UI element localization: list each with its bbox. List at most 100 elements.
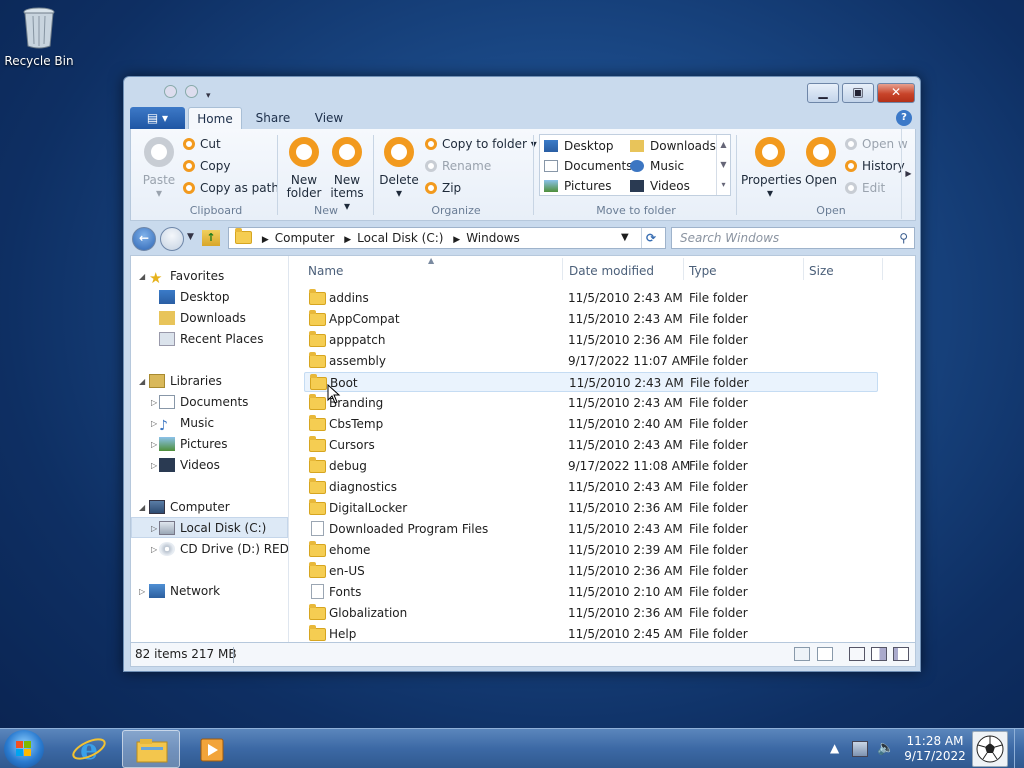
move-to-music[interactable]: Music	[630, 157, 684, 175]
file-row[interactable]: AppCompat 11/5/2010 2:43 AM File folder	[304, 309, 878, 329]
move-to-pictures[interactable]: Pictures	[544, 177, 612, 195]
tab-home[interactable]: Home	[188, 107, 242, 129]
file-row[interactable]: Help 11/5/2010 2:45 AM File folder	[304, 624, 878, 642]
breadcrumb-local-disk[interactable]: Local Disk (C:)	[357, 231, 443, 245]
expand-libraries-icon[interactable]: ◢	[139, 377, 145, 386]
open-with-button[interactable]: Open w	[845, 135, 908, 153]
column-header-date[interactable]: Date modified	[569, 262, 654, 280]
expand-favorites-icon[interactable]: ◢	[139, 272, 145, 281]
show-hidden-icons[interactable]: ▲	[830, 741, 839, 756]
taskbar-internet-explorer[interactable]: e	[60, 730, 118, 768]
new-folder-button[interactable]: New folder	[285, 137, 323, 200]
column-header-type[interactable]: Type	[689, 262, 717, 280]
move-to-downloads[interactable]: Downloads	[630, 137, 716, 155]
search-input[interactable]: Search Windows ⚲	[671, 227, 915, 249]
qat-dropdown-icon[interactable]: ▾	[206, 91, 211, 101]
file-row[interactable]: apppatch 11/5/2010 2:36 AM File folder	[304, 330, 878, 350]
column-divider[interactable]	[882, 258, 883, 280]
history-button[interactable]: History	[845, 157, 905, 175]
forward-button[interactable]	[160, 227, 184, 251]
expand-cd-drive-icon[interactable]: ▷	[151, 545, 157, 554]
file-row[interactable]: Branding 11/5/2010 2:43 AM File folder	[304, 393, 878, 413]
edit-button[interactable]: Edit	[845, 179, 885, 197]
preview-pane-icon[interactable]	[849, 647, 865, 661]
file-row[interactable]: debug 9/17/2022 11:08 AM File folder	[304, 456, 878, 476]
nav-local-disk[interactable]: Local Disk (C:)	[159, 518, 266, 538]
nav-network[interactable]: Network	[149, 581, 220, 601]
nav-desktop[interactable]: Desktop	[159, 287, 230, 307]
new-items-button[interactable]: New items ▾	[327, 137, 367, 213]
column-divider[interactable]	[683, 258, 684, 280]
nav-music[interactable]: ♪ Music	[159, 413, 214, 434]
breadcrumb-computer[interactable]: Computer	[275, 231, 335, 245]
network-tray-icon[interactable]	[852, 741, 868, 757]
details-view-icon[interactable]	[794, 647, 810, 661]
column-header-name[interactable]: Name	[308, 262, 343, 280]
file-row[interactable]: ehome 11/5/2010 2:39 AM File folder	[304, 540, 878, 560]
taskbar-media-player[interactable]	[184, 730, 242, 768]
nav-recent-places[interactable]: Recent Places	[159, 329, 263, 349]
file-row[interactable]: Cursors 11/5/2010 2:43 AM File folder	[304, 435, 878, 455]
user-avatar[interactable]	[972, 731, 1008, 767]
zip-button[interactable]: Zip	[425, 179, 461, 197]
move-to-desktop[interactable]: Desktop	[544, 137, 614, 155]
delete-button[interactable]: Delete ▾	[379, 137, 419, 200]
nav-downloads[interactable]: Downloads	[159, 308, 246, 328]
file-row[interactable]: assembly 9/17/2022 11:07 AM File folder	[304, 351, 878, 371]
navigation-pane-icon[interactable]	[893, 647, 909, 661]
tab-share[interactable]: Share	[248, 107, 298, 129]
minimize-button[interactable]: ▁	[807, 83, 839, 103]
file-row[interactable]: Globalization 11/5/2010 2:36 AM File folde…	[304, 603, 878, 623]
move-to-videos[interactable]: Videos	[630, 177, 690, 195]
column-divider[interactable]	[803, 258, 804, 280]
expand-computer-icon[interactable]: ◢	[139, 503, 145, 512]
file-row[interactable]: DigitalLocker 11/5/2010 2:36 AM File folde…	[304, 498, 878, 518]
file-row[interactable]: Downloaded Program Files 11/5/2010 2:43 A…	[304, 519, 878, 539]
file-row[interactable]: diagnostics 11/5/2010 2:43 AM File folder	[304, 477, 878, 497]
column-header-size[interactable]: Size	[809, 262, 834, 280]
expand-network-icon[interactable]: ▷	[139, 587, 145, 596]
gallery-scroll[interactable]: ▲ ▼ ▾	[716, 135, 730, 195]
file-menu-button[interactable]: ▤ ▾	[130, 107, 185, 129]
refresh-icon[interactable]: ⟳	[641, 228, 656, 248]
nav-favorites[interactable]: ★ Favorites	[149, 266, 224, 286]
clock[interactable]: 11:28 AM 9/17/2022	[902, 734, 968, 764]
qat-newfolder-icon[interactable]	[185, 85, 198, 98]
breadcrumb-windows[interactable]: Windows	[466, 231, 520, 245]
file-row[interactable]: Boot 11/5/2010 2:43 AM File folder	[304, 372, 878, 392]
expand-videos-icon[interactable]: ▷	[151, 461, 157, 470]
nav-videos[interactable]: Videos	[159, 455, 220, 475]
file-row[interactable]: en-US 11/5/2010 2:36 AM File folder	[304, 561, 878, 581]
title-bar[interactable]: ▾ ▁ ▣ ✕	[124, 77, 920, 107]
rename-button[interactable]: Rename	[425, 157, 491, 175]
column-divider[interactable]	[562, 258, 563, 280]
nav-computer[interactable]: Computer	[149, 497, 230, 517]
help-icon[interactable]: ?	[896, 110, 912, 126]
expand-pictures-icon[interactable]: ▷	[151, 440, 157, 449]
expand-documents-icon[interactable]: ▷	[151, 398, 157, 407]
ribbon-scroll-right[interactable]: ▶	[901, 129, 915, 219]
copy-to-folder-button[interactable]: Copy to folder ▾	[425, 135, 537, 153]
nav-libraries[interactable]: Libraries	[149, 371, 222, 391]
move-to-documents[interactable]: Documents	[544, 157, 632, 175]
expand-music-icon[interactable]: ▷	[151, 419, 157, 428]
start-button[interactable]	[4, 730, 44, 768]
open-button[interactable]: Open	[801, 137, 841, 187]
close-button[interactable]: ✕	[877, 83, 915, 103]
nav-pictures[interactable]: Pictures	[159, 434, 228, 454]
cut-button[interactable]: Cut	[183, 135, 221, 153]
recent-locations-dropdown[interactable]: ▼	[187, 232, 194, 242]
tab-view[interactable]: View	[306, 107, 352, 129]
back-button[interactable]: ←	[132, 227, 156, 251]
recycle-bin-shortcut[interactable]: Recycle Bin	[4, 6, 74, 68]
details-pane-icon[interactable]	[871, 647, 887, 661]
address-dropdown-icon[interactable]: ▼	[621, 228, 629, 248]
copy-button[interactable]: Copy	[183, 157, 230, 175]
nav-documents[interactable]: Documents	[159, 392, 248, 412]
volume-muted-icon[interactable]: 🔈	[877, 740, 894, 756]
taskbar-explorer[interactable]	[122, 730, 180, 768]
large-icons-view-icon[interactable]	[817, 647, 833, 661]
file-row[interactable]: addins 11/5/2010 2:43 AM File folder	[304, 288, 878, 308]
properties-button[interactable]: Properties ▾	[741, 137, 802, 200]
paste-button[interactable]: Paste ▾	[139, 137, 179, 200]
